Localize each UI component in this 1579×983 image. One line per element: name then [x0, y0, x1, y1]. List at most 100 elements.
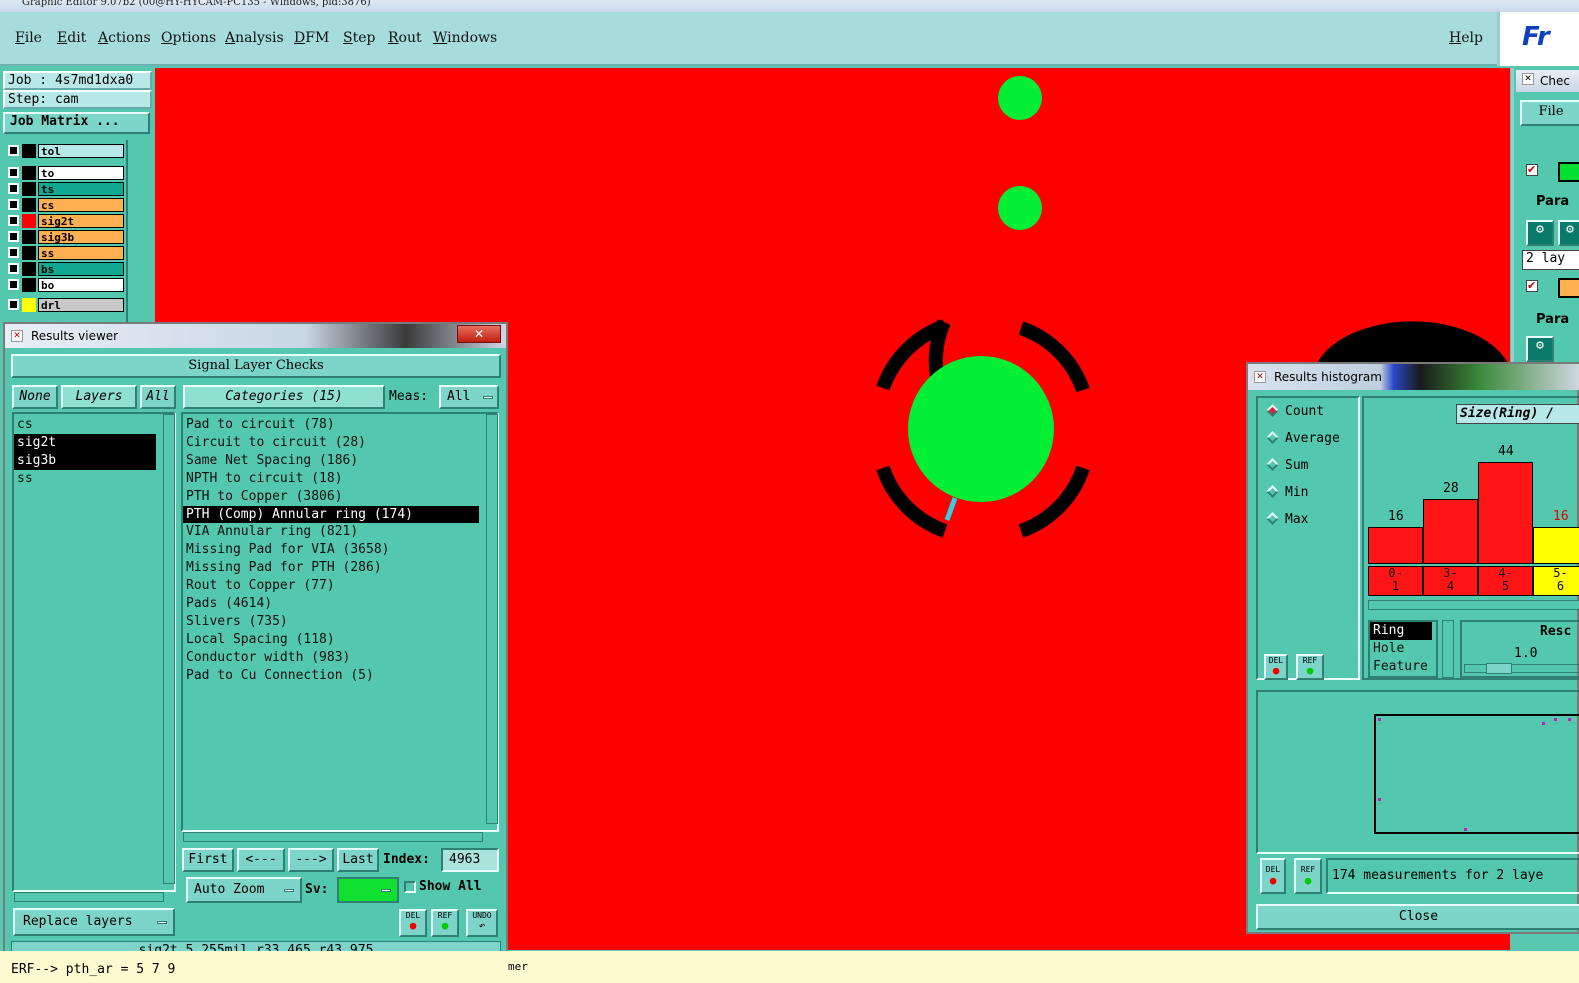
- layer-row[interactable]: ts: [6, 182, 124, 196]
- attribute-item[interactable]: Hole: [1370, 640, 1432, 658]
- attribute-item[interactable]: Feature: [1370, 658, 1432, 676]
- histogram-bar[interactable]: [1533, 527, 1579, 564]
- categories-button[interactable]: Categories (15): [183, 385, 385, 409]
- layer-scrollbar[interactable]: [126, 140, 154, 330]
- auto-zoom-dropdown[interactable]: Auto Zoom: [186, 877, 302, 903]
- menu-actions[interactable]: Actions: [98, 30, 151, 46]
- hist-del-button[interactable]: DEL ●: [1260, 858, 1286, 894]
- hist-ref-button[interactable]: REF ●: [1294, 858, 1322, 894]
- meas-dropdown[interactable]: All: [439, 385, 499, 409]
- layer-row[interactable]: sig3b: [6, 230, 124, 244]
- category-item[interactable]: Missing Pad for VIA (3658): [183, 541, 479, 559]
- histogram-hscroll[interactable]: [1368, 600, 1579, 610]
- category-hscroll[interactable]: [183, 832, 483, 842]
- pth-pad[interactable]: [908, 356, 1054, 502]
- layer-checkbox[interactable]: [8, 215, 19, 226]
- mode-radio-min[interactable]: Min: [1266, 485, 1308, 500]
- resolution-slider[interactable]: [1464, 664, 1579, 673]
- result-layer-item[interactable]: cs: [14, 416, 156, 434]
- layer-name[interactable]: tol: [38, 144, 124, 158]
- category-item[interactable]: Circuit to circuit (28): [183, 434, 479, 452]
- layer-row[interactable]: cs: [6, 198, 124, 212]
- layers-button[interactable]: Layers: [61, 385, 137, 409]
- layer-checkbox[interactable]: [8, 231, 19, 242]
- layer-row[interactable]: tol: [6, 144, 124, 158]
- undo-button[interactable]: UNDO ↶: [466, 909, 498, 937]
- layer-checkbox[interactable]: [8, 279, 19, 290]
- checklist-file-button[interactable]: File: [1520, 100, 1579, 126]
- layer-checkbox[interactable]: [8, 199, 19, 210]
- category-item[interactable]: Pads (4614): [183, 595, 479, 613]
- mode-radio-count[interactable]: Count: [1266, 404, 1324, 419]
- menu-windows[interactable]: Windows: [433, 30, 497, 46]
- layer-name[interactable]: cs: [38, 198, 124, 212]
- histogram-bar[interactable]: [1368, 527, 1423, 564]
- layer-name[interactable]: to: [38, 166, 124, 180]
- first-button[interactable]: First: [182, 848, 234, 872]
- show-all-checkbox[interactable]: [404, 881, 416, 893]
- menu-file[interactable]: File: [15, 30, 42, 46]
- menu-options[interactable]: Options: [161, 30, 216, 46]
- attribute-scrollbar[interactable]: [1442, 620, 1454, 678]
- mode-radio-max[interactable]: Max: [1266, 512, 1308, 527]
- layer-checkbox[interactable]: [8, 247, 19, 258]
- category-item[interactable]: Rout to Copper (77): [183, 577, 479, 595]
- del-button[interactable]: DEL ●: [399, 909, 427, 937]
- run-icon-2[interactable]: ⚙: [1558, 220, 1579, 246]
- category-item[interactable]: PTH to Copper (3806): [183, 488, 479, 506]
- layer-name[interactable]: drl: [38, 298, 124, 312]
- category-item[interactable]: NPTH to circuit (18): [183, 470, 479, 488]
- close-icon[interactable]: ✕: [457, 325, 501, 343]
- histogram-bar[interactable]: [1423, 499, 1478, 564]
- menu-edit[interactable]: Edit: [57, 30, 86, 46]
- layer-row[interactable]: bo: [6, 278, 124, 292]
- ref-button[interactable]: REF ●: [431, 909, 459, 937]
- category-item[interactable]: Pad to circuit (78): [183, 416, 479, 434]
- mode-radio-average[interactable]: Average: [1266, 431, 1340, 446]
- layer-list-hscroll[interactable]: [14, 892, 164, 902]
- layer-name[interactable]: bs: [38, 262, 124, 276]
- category-item[interactable]: Slivers (735): [183, 613, 479, 631]
- none-button[interactable]: None: [12, 385, 58, 409]
- layer-checkbox[interactable]: [8, 183, 19, 194]
- layer-row[interactable]: drl: [6, 298, 124, 312]
- layer-row[interactable]: bs: [6, 262, 124, 276]
- sv-color-dropdown[interactable]: [337, 877, 399, 903]
- layer-checkbox[interactable]: [8, 263, 19, 274]
- result-layer-item[interactable]: sig3b: [14, 451, 156, 470]
- job-matrix-button[interactable]: Job Matrix ...: [3, 112, 150, 134]
- layer-list-scrollbar[interactable]: [163, 414, 175, 884]
- layer-name[interactable]: ts: [38, 182, 124, 196]
- menu-analysis[interactable]: Analysis: [225, 30, 284, 46]
- category-item[interactable]: Conductor width (983): [183, 649, 479, 667]
- layer-checkbox[interactable]: [8, 145, 19, 156]
- layer-name[interactable]: sig3b: [38, 230, 124, 244]
- category-scrollbar[interactable]: [486, 414, 498, 824]
- close-button[interactable]: Close: [1256, 904, 1579, 930]
- layer-row[interactable]: ss: [6, 246, 124, 260]
- mode-radio-sum[interactable]: Sum: [1266, 458, 1308, 473]
- check-item-2[interactable]: ✔: [1526, 280, 1538, 292]
- run-icon-3[interactable]: ⚙: [1526, 336, 1554, 362]
- category-item[interactable]: PTH (Comp) Annular ring (174): [183, 505, 479, 524]
- menu-step[interactable]: Step: [343, 30, 375, 46]
- layer-name[interactable]: bo: [38, 278, 124, 292]
- run-icon-1[interactable]: ⚙: [1526, 220, 1554, 246]
- index-input[interactable]: 4963: [441, 848, 499, 872]
- category-item[interactable]: Local Spacing (118): [183, 631, 479, 649]
- histogram-bar[interactable]: [1478, 462, 1533, 564]
- menu-dfm[interactable]: DFM: [294, 30, 329, 46]
- hist-ref-button-top[interactable]: REF ●: [1296, 654, 1324, 680]
- slider-handle[interactable]: [1486, 663, 1512, 674]
- menu-rout[interactable]: Rout: [388, 30, 422, 46]
- layer-row[interactable]: to: [6, 166, 124, 180]
- all-button[interactable]: All: [140, 385, 176, 409]
- category-item[interactable]: Same Net Spacing (186): [183, 452, 479, 470]
- layer-name[interactable]: sig2t: [38, 214, 124, 228]
- result-layer-item[interactable]: ss: [14, 470, 156, 488]
- attribute-item[interactable]: Ring: [1370, 622, 1432, 640]
- prev-button[interactable]: <---: [237, 848, 285, 872]
- category-item[interactable]: Pad to Cu Connection (5): [183, 667, 479, 685]
- category-item[interactable]: VIA Annular ring (821): [183, 523, 479, 541]
- layer-name[interactable]: ss: [38, 246, 124, 260]
